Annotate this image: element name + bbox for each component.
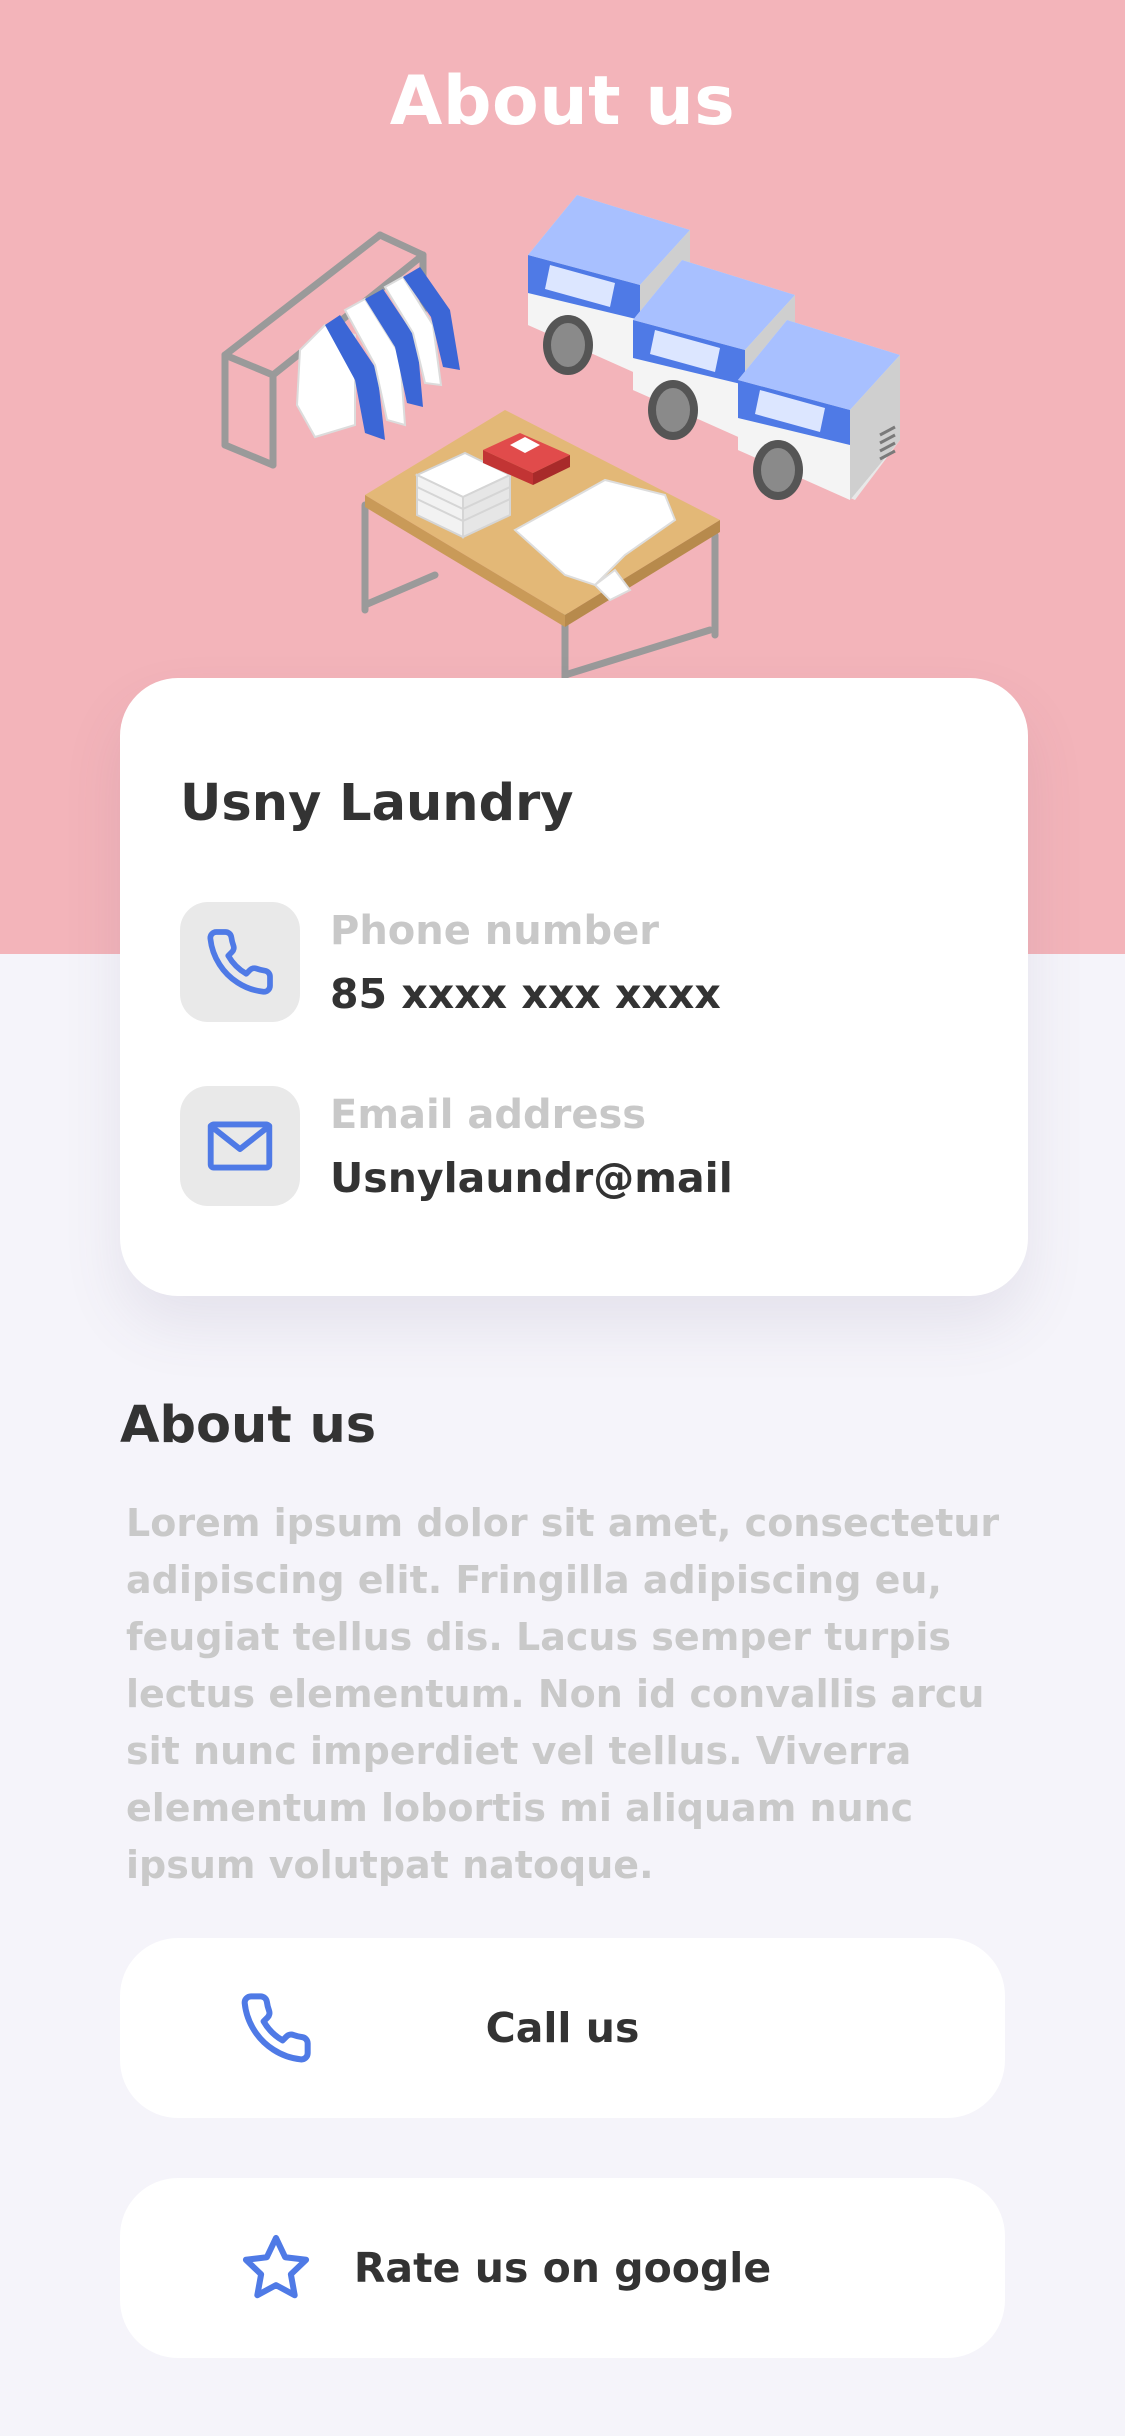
call-us-label: Call us: [485, 2004, 640, 2052]
contact-info-card: Usny Laundry Phone number 85 xxxx xxx xx…: [120, 678, 1028, 1296]
mail-icon-box: [180, 1086, 300, 1206]
about-section-title: About us: [120, 1396, 377, 1455]
page-title: About us: [389, 62, 736, 141]
phone-icon: [207, 929, 273, 995]
mail-icon: [207, 1121, 273, 1171]
email-value: Usnylaundr@mail: [330, 1154, 733, 1202]
phone-icon-box: [180, 902, 300, 1022]
email-contact-row[interactable]: Email address Usnylaundr@mail: [180, 1086, 980, 1208]
phone-contact-row[interactable]: Phone number 85 xxxx xxx xxxx: [180, 902, 980, 1024]
company-name: Usny Laundry: [180, 774, 574, 833]
phone-value: 85 xxxx xxx xxxx: [330, 970, 721, 1018]
hanging-shirts-illustration: [295, 267, 460, 440]
phone-label: Phone number: [330, 908, 659, 954]
rate-us-button[interactable]: Rate us on google: [120, 2178, 1005, 2358]
email-label: Email address: [330, 1092, 647, 1138]
laundry-room-illustration: [221, 195, 900, 680]
rate-us-label: Rate us on google: [353, 2244, 772, 2292]
call-us-button[interactable]: Call us: [120, 1938, 1005, 2118]
about-us-screen: About us Usny Laundry Phone number 85 xx…: [0, 0, 1125, 2436]
about-description: Lorem ipsum dolor sit amet, consectetur …: [126, 1501, 1000, 1887]
